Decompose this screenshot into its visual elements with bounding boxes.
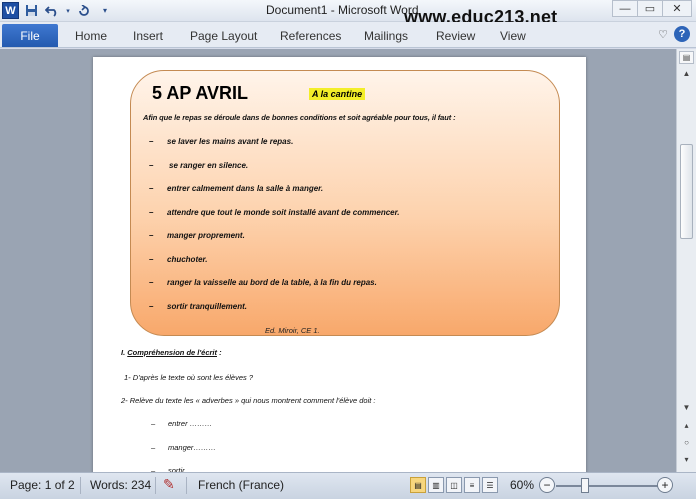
list-item: – se laver les mains avant le repas. (149, 137, 294, 146)
ruler-toggle-icon[interactable]: ▤ (679, 51, 694, 64)
divider (186, 477, 187, 494)
scroll-thumb[interactable] (680, 144, 693, 239)
tab-mailings[interactable]: Mailings (364, 29, 408, 43)
window-controls: — ▭ ✕ (612, 0, 692, 17)
tab-view[interactable]: View (500, 29, 526, 43)
list-item: – entrer calmement dans la salle à manger… (149, 184, 324, 193)
window-title: Document1 - Microsoft Word (266, 3, 419, 17)
document-page[interactable]: 5 AP AVRIL A la cantine Afin que le repa… (93, 57, 586, 472)
previous-page-icon[interactable]: ▴ (679, 419, 694, 432)
tab-review[interactable]: Review (436, 29, 475, 43)
zoom-out-icon[interactable]: − (539, 477, 555, 493)
intro-text: Afin que le repas se déroule dans de bon… (143, 113, 456, 122)
tab-page-layout[interactable]: Page Layout (190, 29, 257, 43)
undo-dropdown-icon[interactable]: ▾ (64, 2, 72, 19)
document-area: 5 AP AVRIL A la cantine Afin que le repa… (0, 49, 676, 472)
scroll-down-icon[interactable]: ▼ (679, 401, 694, 414)
ribbon-collapse-icon[interactable]: ♡ (658, 28, 668, 41)
list-item: – attendre que tout le monde soit install… (149, 207, 400, 217)
list-item: – se ranger en silence. (149, 160, 249, 170)
undo-icon[interactable] (43, 2, 61, 19)
outline-icon[interactable]: ≡ (464, 477, 480, 493)
zoom-slider[interactable] (556, 485, 659, 487)
language-status[interactable]: French (France) (198, 478, 284, 492)
print-layout-icon[interactable]: ▤ (410, 477, 426, 493)
answer-line: – entrer ……… (151, 419, 213, 428)
tab-file[interactable]: File (2, 24, 58, 47)
list-item: – sortir tranquillement. (149, 301, 248, 311)
word-window: W ▾ ▾ Document1 - Microsoft Word www.edu… (0, 0, 696, 499)
tab-home[interactable]: Home (75, 29, 107, 43)
zoom-slider-handle[interactable] (581, 478, 589, 493)
word-logo-icon[interactable]: W (2, 2, 19, 19)
rules-list: – se laver les mains avant le repas. – se … (149, 137, 400, 325)
close-button[interactable]: ✕ (662, 0, 692, 17)
quick-access-toolbar: W ▾ ▾ (2, 2, 114, 19)
draft-icon[interactable]: ☰ (482, 477, 498, 493)
list-item: – ranger la vaisselle au bord de la table… (149, 278, 377, 287)
zoom-in-icon[interactable]: + (657, 477, 673, 493)
list-item: – manger proprement. (149, 231, 245, 240)
minimize-button[interactable]: — (612, 0, 638, 17)
redo-icon[interactable] (75, 2, 93, 19)
tab-insert[interactable]: Insert (133, 29, 163, 43)
ribbon-right-icons: ♡ ? (658, 26, 690, 42)
help-icon[interactable]: ? (674, 26, 690, 42)
save-icon[interactable] (22, 2, 40, 19)
status-bar: Page: 1 of 2 Words: 234 ✎ French (France… (0, 472, 696, 499)
vertical-scrollbar[interactable]: ▤ ▲ ▼ ▴ ○ ▾ (676, 49, 696, 472)
title-bar: W ▾ ▾ Document1 - Microsoft Word www.edu… (0, 0, 696, 27)
document-subtitle: A la cantine (309, 88, 366, 100)
scroll-up-icon[interactable]: ▲ (679, 67, 694, 80)
section-title: I. Compréhension de l'écrit : (121, 348, 222, 357)
zoom-level[interactable]: 60% (510, 478, 534, 492)
proofing-icon[interactable]: ✎ (163, 476, 175, 493)
question-1: 1- D'après le texte où sont les élèves ? (124, 373, 254, 382)
next-page-icon[interactable]: ▾ (679, 453, 694, 466)
answer-line: – manger……… (151, 443, 216, 452)
full-screen-reading-icon[interactable]: ▥ (428, 477, 444, 493)
page-count[interactable]: Page: 1 of 2 (10, 478, 75, 492)
document-heading: 5 AP AVRIL (152, 83, 249, 103)
list-item: – chuchoter. (149, 254, 208, 264)
question-2: 2- Relève du texte les « adverbes » qui … (121, 396, 376, 405)
ribbon-tabs: File Home Insert Page Layout References … (0, 22, 696, 48)
divider (155, 477, 156, 494)
source-citation: Ed. Miroir, CE 1. (265, 326, 320, 335)
web-layout-icon[interactable]: ◫ (446, 477, 462, 493)
tab-references[interactable]: References (280, 29, 341, 43)
divider (80, 477, 81, 494)
maximize-button[interactable]: ▭ (637, 0, 663, 17)
browse-object-icon[interactable]: ○ (679, 436, 694, 449)
customize-icon[interactable]: ▾ (96, 2, 114, 19)
word-count[interactable]: Words: 234 (90, 478, 151, 492)
text-box: 5 AP AVRIL A la cantine Afin que le repa… (130, 70, 560, 336)
